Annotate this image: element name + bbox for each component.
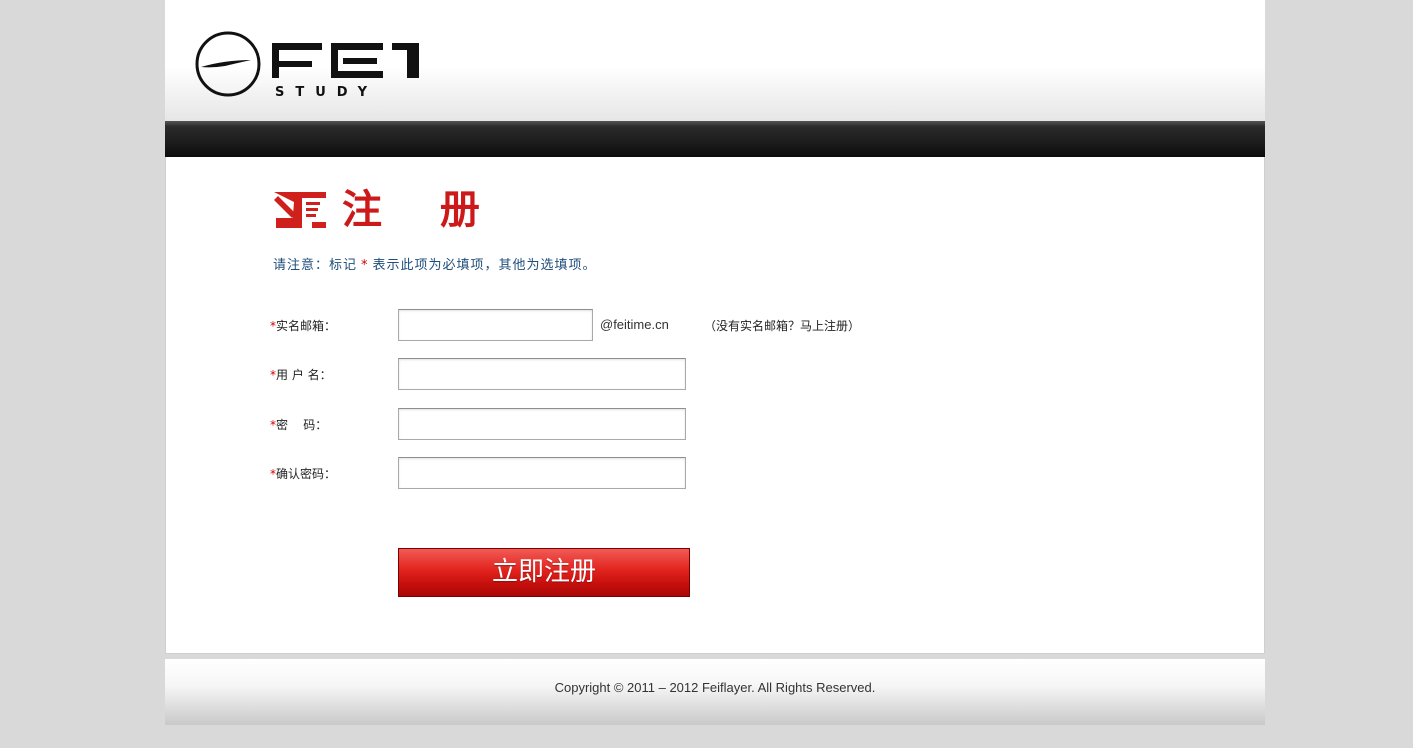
footer: Copyright © 2011 – 2012 Feiflayer. All R… — [165, 659, 1265, 725]
password-label: *密 码： — [270, 418, 328, 432]
notice-star: * — [361, 258, 369, 273]
notice-before: 请注意：标记 — [273, 258, 358, 273]
username-input[interactable] — [398, 358, 686, 390]
required-notice: 请注意：标记 * 表示此项为必填项，其他为选填项。 — [273, 257, 597, 275]
register-email-link[interactable]: （没有实名邮箱？马上注册） — [704, 317, 860, 334]
register-submit-button[interactable]: 立即注册 — [398, 548, 690, 597]
email-label: *实名邮箱： — [270, 319, 337, 333]
notice-after: 表示此项为必填项，其他为选填项。 — [372, 258, 597, 273]
username-row: *用 户 名： — [270, 358, 686, 390]
password-row: *密 码： — [270, 408, 686, 440]
username-label: *用 户 名： — [270, 368, 332, 382]
password-input[interactable] — [398, 408, 686, 440]
navbar — [165, 121, 1265, 157]
copyright-text: Copyright © 2011 – 2012 Feiflayer. All R… — [554, 680, 876, 695]
confirm-password-label: *确认密码： — [270, 467, 337, 481]
register-form-icon — [274, 192, 326, 228]
confirm-password-input[interactable] — [398, 457, 686, 489]
page-wrapper: STUDY 注 册 请注意：标记 * 表示此项为必填项，其他为选填项。 *实名邮箱：… — [165, 0, 1265, 748]
page-title: 注 册 — [342, 187, 502, 233]
email-input[interactable] — [398, 309, 593, 341]
email-row: *实名邮箱： @feitime.cn （没有实名邮箱？马上注册） — [270, 309, 970, 341]
register-panel: 注 册 请注意：标记 * 表示此项为必填项，其他为选填项。 *实名邮箱： @feit… — [165, 157, 1265, 654]
confirm-password-row: *确认密码： — [270, 457, 686, 489]
logo-subtext: STUDY — [275, 85, 378, 100]
fei-study-logo: STUDY — [195, 31, 419, 100]
email-domain-suffix: @feitime.cn — [600, 317, 669, 332]
header: STUDY — [165, 0, 1265, 121]
